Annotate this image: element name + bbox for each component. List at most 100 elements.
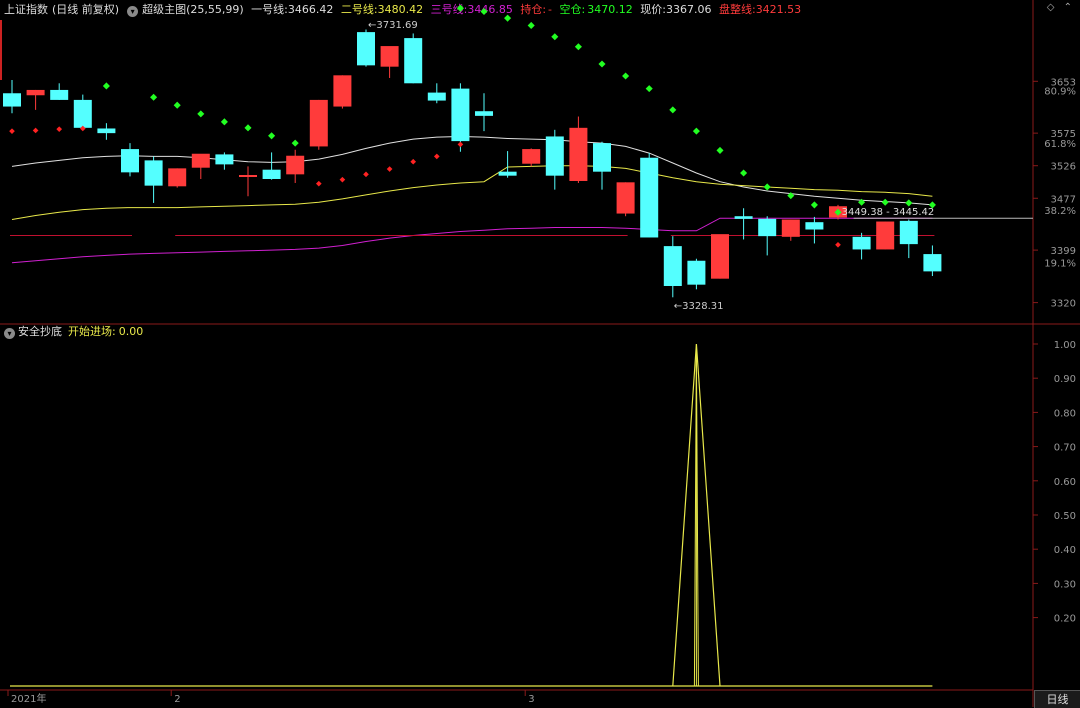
sub-chart-header: ▾ 安全抄底 开始进场: 0.00 bbox=[2, 324, 143, 340]
red-signal-dot bbox=[32, 127, 39, 134]
sub-tick-label: 0.70 bbox=[1054, 443, 1076, 454]
green-signal-dot bbox=[504, 14, 512, 22]
stock-chart-window: 上证指数 (日线 前复权) ▾ 超级主图(25,55,99) 一号线:3466.42 … bbox=[0, 0, 1080, 708]
green-signal-dot bbox=[244, 124, 252, 132]
candle-body bbox=[168, 168, 187, 187]
price-axis: 36533575352634773399332080.9%61.8%38.2%1… bbox=[1033, 77, 1076, 310]
red-signal-dot bbox=[386, 166, 393, 172]
red-signal-dot bbox=[315, 180, 322, 187]
sub-tick-label: 0.80 bbox=[1054, 408, 1076, 419]
time-tick-label: 2021年 bbox=[11, 692, 46, 705]
candle-body bbox=[498, 171, 517, 176]
red-signal-dot bbox=[433, 153, 440, 160]
green-signal-dot bbox=[291, 139, 299, 147]
green-signal-dot bbox=[692, 127, 700, 135]
green-signal-dot bbox=[740, 169, 748, 177]
red-signal-dot bbox=[457, 141, 464, 148]
candle-body bbox=[97, 128, 116, 134]
time-tick-label: 2 bbox=[174, 694, 180, 705]
candle-body bbox=[781, 219, 800, 237]
time-tick-label: 3 bbox=[528, 694, 534, 705]
green-signal-dot bbox=[905, 199, 913, 207]
candle-body bbox=[687, 260, 706, 285]
signal-value: 0.00 bbox=[118, 325, 144, 338]
percent-tick-label: 80.9% bbox=[1044, 87, 1076, 98]
green-signal-dot bbox=[456, 4, 464, 12]
high-price-label: ←3731.69 bbox=[368, 20, 418, 31]
candle-body bbox=[663, 246, 682, 286]
candle-body bbox=[404, 38, 423, 84]
percent-tick-label: 61.8% bbox=[1044, 139, 1076, 150]
green-signal-dot bbox=[197, 110, 205, 118]
candle-body bbox=[475, 111, 493, 116]
red-signal-dot bbox=[339, 176, 346, 183]
candle-body bbox=[262, 169, 281, 179]
percent-tick-label: 38.2% bbox=[1044, 206, 1076, 217]
candle-body bbox=[357, 32, 375, 66]
signal-label: 开始进场: bbox=[68, 325, 116, 338]
red-signal-dot bbox=[363, 171, 369, 178]
green-signal-dot bbox=[268, 132, 276, 140]
candle-body bbox=[545, 136, 564, 176]
green-signal-dot bbox=[150, 93, 158, 101]
sub-tick-label: 0.40 bbox=[1054, 545, 1076, 556]
candlesticks bbox=[3, 29, 942, 298]
red-signal-dot bbox=[835, 241, 841, 248]
chevron-down-icon[interactable]: ▾ bbox=[4, 328, 15, 339]
red-signal-dot bbox=[410, 158, 417, 165]
candle-body bbox=[309, 99, 328, 147]
candle-body bbox=[923, 254, 942, 272]
time-axis: 2021年 2 3 bbox=[7, 690, 535, 705]
candle-body bbox=[758, 218, 777, 237]
candle-body bbox=[50, 89, 69, 100]
chart-frame bbox=[0, 0, 1080, 707]
candle-body bbox=[522, 149, 541, 164]
candle-body bbox=[144, 160, 163, 186]
sub-tick-label: 1.00 bbox=[1054, 340, 1076, 351]
price-tick-label: 3477 bbox=[1051, 194, 1076, 205]
red-signal-dot bbox=[9, 128, 15, 134]
green-signal-dot bbox=[669, 106, 677, 114]
sub-tick-label: 0.90 bbox=[1054, 374, 1076, 385]
candle-body bbox=[380, 46, 399, 67]
green-signal-dot bbox=[527, 21, 535, 30]
candle-body bbox=[121, 149, 139, 173]
candle-body bbox=[711, 234, 729, 279]
candle-body bbox=[215, 154, 234, 165]
sub-tick-label: 0.30 bbox=[1054, 579, 1076, 590]
candle-body bbox=[593, 143, 611, 172]
red-signal-dot bbox=[56, 126, 63, 132]
candle-body bbox=[569, 127, 588, 181]
green-signal-dot bbox=[173, 101, 181, 109]
green-signal-dot bbox=[645, 85, 653, 93]
candle-body bbox=[734, 216, 753, 219]
candle-body bbox=[876, 221, 895, 250]
green-signal-dot bbox=[574, 43, 582, 51]
green-signal-dot bbox=[598, 60, 606, 68]
green-signal-dot bbox=[102, 82, 110, 90]
low-price-label: ←3328.31 bbox=[674, 301, 724, 312]
sub-tick-label: 0.50 bbox=[1054, 511, 1076, 522]
green-signal-dot bbox=[480, 7, 488, 16]
candle-body bbox=[852, 236, 871, 250]
signal-dots bbox=[9, 4, 936, 248]
candle-body bbox=[239, 175, 257, 178]
period-tab-daily[interactable]: 日线 bbox=[1034, 690, 1080, 708]
green-signal-dot bbox=[716, 146, 724, 154]
candle-body bbox=[640, 157, 659, 238]
candle-body bbox=[3, 93, 21, 107]
candle-body bbox=[73, 99, 92, 128]
price-tick-label: 3399 bbox=[1051, 246, 1076, 257]
candle-body bbox=[286, 155, 305, 175]
green-signal-dot bbox=[220, 118, 228, 126]
range-label: 3449.38 - 3445.42 bbox=[842, 207, 935, 218]
candle-body bbox=[427, 92, 446, 101]
candle-body bbox=[333, 75, 352, 107]
price-tick-label: 3320 bbox=[1051, 299, 1076, 310]
candle-body bbox=[616, 182, 635, 214]
sub-indicator-name[interactable]: 安全抄底 bbox=[18, 325, 62, 338]
green-signal-dot bbox=[551, 33, 559, 41]
chart-canvas[interactable]: ←3731.69←3328.313449.38 - 3445.42 365335… bbox=[0, 0, 1080, 707]
green-signal-dot bbox=[881, 198, 889, 206]
green-signal-dot bbox=[622, 72, 630, 80]
